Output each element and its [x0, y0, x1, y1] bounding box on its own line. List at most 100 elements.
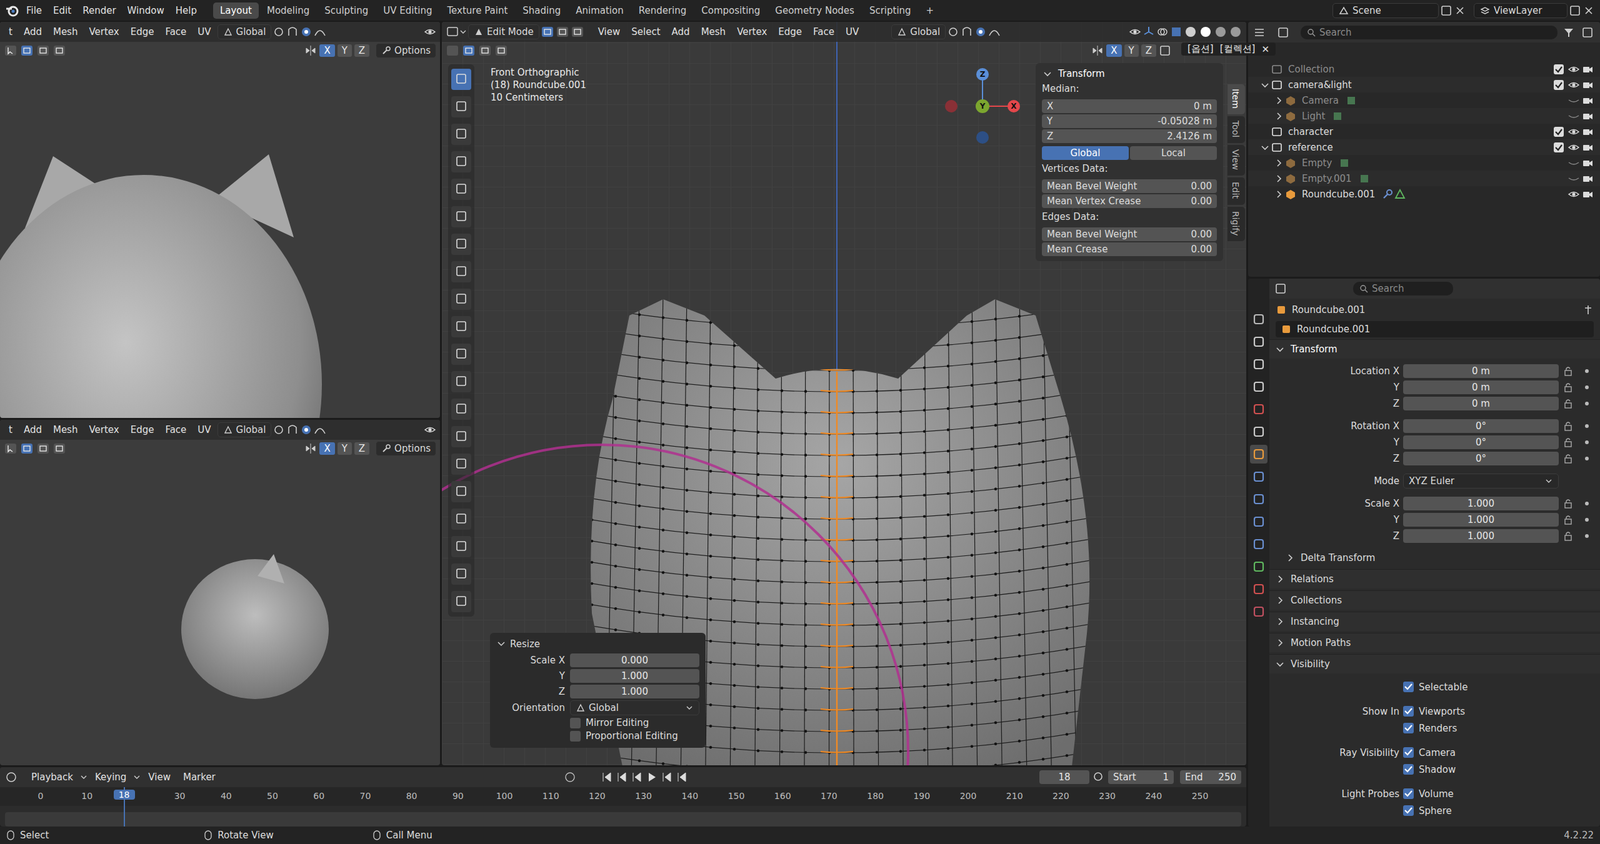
start-value[interactable]: 1 — [1162, 771, 1169, 784]
menu-item[interactable]: Select — [626, 24, 665, 40]
view-layer-name[interactable]: ViewLayer — [1493, 5, 1542, 17]
orientation-dropdown[interactable]: Global — [570, 700, 700, 716]
menu-item[interactable]: Edge — [125, 24, 160, 40]
hint-close[interactable]: ✕ — [1261, 43, 1270, 55]
checkbox[interactable] — [1403, 747, 1414, 759]
gizmo-x-label[interactable]: X — [1007, 100, 1020, 113]
menu-item[interactable]: Face — [808, 24, 840, 40]
eye-open-icon[interactable] — [1567, 78, 1582, 92]
falloff-icon[interactable] — [313, 25, 327, 39]
sidebar-tab[interactable]: Edit — [1227, 177, 1245, 205]
mode-dropdown[interactable]: XYZ Euler — [1403, 473, 1559, 489]
orientation-dropdown[interactable]: Global — [217, 422, 272, 438]
search-placeholder[interactable]: Search — [1319, 26, 1352, 39]
tool-icon[interactable] — [450, 149, 472, 175]
keyframe-dot-icon[interactable] — [1582, 366, 1592, 376]
select-tool-icon[interactable] — [3, 44, 18, 57]
coordinate-field[interactable]: Z2.4126 m — [1041, 129, 1217, 144]
tool-icon[interactable] — [450, 589, 472, 615]
field-value[interactable]: 0.00 — [1191, 180, 1212, 192]
menu-item[interactable]: Face — [160, 422, 192, 438]
properties-tab-icon[interactable] — [1250, 512, 1268, 532]
option-label[interactable]: Mirror Editing — [585, 717, 649, 729]
menu-item[interactable]: Face — [160, 24, 192, 40]
expand-arrow-icon[interactable] — [1273, 157, 1285, 169]
outliner-row[interactable]: camera&light — [1248, 76, 1600, 93]
outliner-label[interactable]: Empty.001 — [1301, 173, 1352, 185]
tool-icon[interactable] — [450, 314, 472, 340]
proportional-icon[interactable] — [300, 25, 313, 39]
add-workspace-button[interactable]: + — [919, 2, 942, 19]
select-tool-icon[interactable] — [3, 442, 18, 455]
data-field[interactable]: Mean Crease0.00 — [1041, 242, 1217, 257]
menu-item[interactable]: Mesh — [696, 24, 732, 40]
expand-arrow-icon[interactable] — [1273, 188, 1285, 200]
lock-icon[interactable] — [1562, 420, 1574, 432]
menu-item[interactable]: Playback — [26, 770, 79, 785]
select-mode-icon[interactable] — [36, 442, 50, 455]
section-header[interactable]: Instancing — [1269, 611, 1600, 632]
workspace-tab[interactable]: Shading — [515, 2, 568, 19]
tool-icon[interactable] — [450, 424, 472, 450]
data-field[interactable]: Mean Bevel Weight0.00 — [1041, 179, 1217, 194]
outliner-row[interactable]: Collection — [1248, 61, 1600, 77]
space-option[interactable]: Local — [1130, 146, 1217, 160]
outliner-label[interactable]: Empty — [1301, 157, 1332, 169]
overlay-icon[interactable] — [1156, 25, 1169, 39]
menu-item[interactable]: Keying — [90, 770, 132, 785]
select-mode-icon[interactable] — [570, 25, 585, 39]
current-frame-field[interactable]: 18 — [1039, 770, 1090, 785]
menu-item[interactable]: Help — [170, 3, 202, 19]
panel-title[interactable]: Transform — [1058, 68, 1105, 80]
properties-tab-icon[interactable] — [1250, 310, 1268, 329]
properties-tab-icon[interactable] — [1250, 377, 1268, 397]
exclude-checkbox[interactable] — [1553, 142, 1564, 153]
select-mode-icon[interactable] — [555, 25, 570, 39]
lock-icon[interactable] — [1562, 453, 1574, 465]
menu-item[interactable]: Vertex — [83, 24, 124, 40]
exclude-checkbox[interactable] — [1553, 64, 1564, 75]
menu-item[interactable]: File — [21, 3, 47, 19]
options-label[interactable]: Options — [394, 45, 431, 57]
snap-icon[interactable] — [960, 25, 974, 39]
mirror-axis-toggle[interactable]: X — [319, 442, 335, 455]
editor-type-icon[interactable] — [445, 25, 467, 39]
options-dropdown[interactable]: Options — [375, 43, 437, 59]
tool-icon[interactable] — [450, 451, 472, 477]
prev-key-icon[interactable] — [615, 771, 629, 784]
properties-tab-icon[interactable] — [1250, 580, 1268, 599]
exclude-checkbox[interactable] — [1553, 126, 1564, 137]
section-title[interactable]: Instancing — [1290, 616, 1340, 628]
eye-open-icon[interactable] — [1567, 125, 1582, 139]
outliner-row[interactable]: Empty — [1248, 155, 1600, 171]
scene-name[interactable]: Scene — [1352, 5, 1382, 17]
properties-tab-icon[interactable] — [1250, 400, 1268, 419]
pivot-icon[interactable] — [946, 25, 960, 39]
section-title[interactable]: Relations — [1290, 573, 1334, 585]
end-frame-field[interactable]: End250 — [1180, 770, 1242, 785]
mode-value[interactable]: Edit Mode — [486, 26, 534, 38]
play-reverse-icon[interactable] — [630, 771, 644, 784]
sidebar-tab[interactable]: Item — [1227, 84, 1245, 115]
options-icon[interactable] — [1158, 44, 1172, 57]
checkbox[interactable] — [1403, 788, 1414, 800]
eye-closed-icon[interactable] — [1567, 94, 1582, 107]
render-camera-icon[interactable] — [1581, 63, 1595, 76]
mirror-axis-toggle[interactable]: Y — [337, 44, 352, 57]
render-camera-icon[interactable] — [1581, 156, 1595, 170]
menu-item[interactable]: Edge — [125, 422, 160, 438]
object-name-field[interactable]: Roundcube.001 — [1275, 321, 1594, 338]
mirror-axis-toggle[interactable]: X — [319, 44, 335, 57]
menu-item[interactable]: Add — [666, 24, 695, 40]
tool-icon[interactable] — [450, 341, 472, 367]
lock-icon[interactable] — [1562, 398, 1574, 410]
keyframe-dot-icon[interactable] — [1582, 531, 1592, 541]
new-collection-icon[interactable] — [1581, 26, 1595, 39]
tool-icon[interactable] — [450, 94, 472, 120]
number-field[interactable]: 1.000 — [1403, 513, 1559, 527]
outliner-label[interactable]: character — [1288, 126, 1334, 138]
timeline-menu[interactable]: Marker — [178, 770, 221, 785]
select-mode-icon[interactable] — [20, 44, 34, 57]
select-mode-icon[interactable] — [52, 442, 67, 455]
viewport-canvas[interactable] — [0, 21, 440, 419]
